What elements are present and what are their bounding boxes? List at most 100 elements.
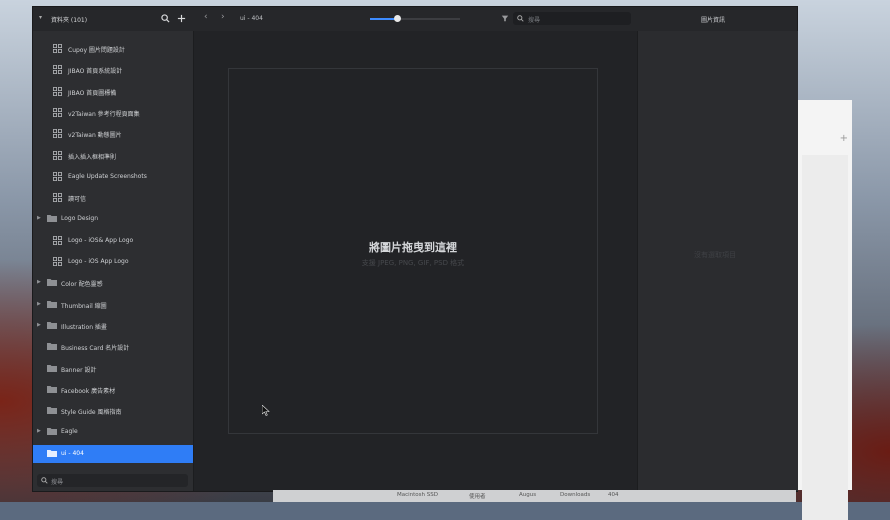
sidebar-item-label: Cupoy 圖片問題設計 <box>68 47 125 54</box>
path-item[interactable]: Augus <box>519 492 536 498</box>
smart-folder-icon <box>53 193 62 204</box>
inspector-title: 圖片資訊 <box>701 17 726 24</box>
path-item[interactable]: 使用者 <box>469 492 486 500</box>
path-item[interactable]: Downloads <box>560 492 590 498</box>
expand-arrow-icon[interactable]: ▶ <box>37 428 41 434</box>
app-window: ▾ 資料夾 (101) ‹ › ui - 404 搜尋 圖片資訊 Cupoy 圖… <box>32 6 798 492</box>
search-input[interactable]: 搜尋 <box>513 12 631 25</box>
background-panel <box>802 155 848 520</box>
expand-arrow-icon[interactable]: ▶ <box>37 215 41 221</box>
sidebar-item[interactable]: Business Card 名片設計 <box>33 338 193 356</box>
add-folder-icon[interactable] <box>177 14 187 24</box>
path-item[interactable]: 404 <box>608 492 619 498</box>
sidebar-item[interactable]: v2Taiwan 動態圖片 <box>33 125 193 143</box>
zoom-slider[interactable] <box>370 15 460 22</box>
drop-title: 將圖片拖曳到這裡 <box>369 241 457 254</box>
sidebar-search-placeholder: 搜尋 <box>51 479 64 486</box>
smart-folder-icon <box>53 257 62 268</box>
folder-icon <box>47 427 57 437</box>
add-icon: + <box>839 133 848 144</box>
expand-arrow-icon[interactable]: ▶ <box>37 279 41 285</box>
sidebar-item[interactable]: Logo - iOS& App Logo <box>33 232 193 250</box>
path-bar: Macintosh SSD 使用者 Augus Downloads 404 <box>273 490 796 502</box>
sidebar-item[interactable]: Banner 設計 <box>33 360 193 378</box>
forward-button[interactable]: › <box>221 12 225 22</box>
search-icon <box>517 15 524 24</box>
sidebar-item[interactable]: ▶ Color 配色靈感 <box>33 274 193 292</box>
search-placeholder: 搜尋 <box>528 17 541 24</box>
empty-inspector-text: 沒有選取項目 <box>694 251 736 259</box>
sidebar-item-label: Logo Design <box>61 215 99 223</box>
sidebar-item-label: Logo - iOS& App Logo <box>68 236 134 244</box>
smart-folder-icon <box>53 150 62 162</box>
sidebar-item[interactable]: ui - 404 <box>33 444 193 463</box>
folder-icon <box>47 342 57 352</box>
collapse-chevron-icon[interactable]: ▾ <box>39 14 42 21</box>
path-item[interactable]: Macintosh SSD <box>397 492 438 498</box>
sidebar-item-label: Style Guide 風格指南 <box>61 409 122 417</box>
folder-icon <box>47 321 57 331</box>
expand-arrow-icon[interactable]: ▶ <box>37 301 41 307</box>
sidebar-item-label: JIBAO 首頁圖標備 <box>68 89 117 97</box>
background-window: + <box>797 100 852 520</box>
sidebar-item-label: Banner 設計 <box>61 366 97 374</box>
folder-icon <box>47 364 57 374</box>
sidebar-item-label: ui - 404 <box>61 449 84 457</box>
search-icon[interactable] <box>161 14 171 24</box>
toolbar: ▾ 資料夾 (101) ‹ › ui - 404 搜尋 圖片資訊 <box>33 7 797 32</box>
sidebar-item[interactable]: Cupoy 圖片問題設計 <box>33 40 193 58</box>
sidebar-item-label: 讀可信 <box>68 196 87 204</box>
content-area: 將圖片拖曳到這裡 支援 JPEG, PNG, GIF, PSD 格式 <box>194 31 637 491</box>
sidebar-item[interactable]: Eagle Update Screenshots <box>33 168 193 186</box>
sidebar-item[interactable]: ▶ Illustration 插畫 <box>33 317 193 335</box>
sidebar-item[interactable]: JIBAO 首頁系統設計 <box>33 61 193 79</box>
inspector-panel: 沒有選取項目 <box>637 31 798 491</box>
sidebar-item[interactable]: v2Taiwan 參考行程頁面集 <box>33 104 193 122</box>
sidebar-item[interactable]: Facebook 廣告素材 <box>33 381 193 399</box>
sidebar-item-label: v2Taiwan 參考行程頁面集 <box>68 110 140 118</box>
sidebar-item-label: Business Card 名片設計 <box>61 345 130 353</box>
expand-arrow-icon[interactable]: ▶ <box>37 322 41 328</box>
sidebar-item[interactable]: 讀可信 <box>33 189 193 207</box>
smart-folder-icon <box>53 107 62 119</box>
sidebar-item-label: Illustration 插畫 <box>61 323 107 331</box>
smart-folder-icon <box>53 129 62 140</box>
sidebar-item[interactable]: Logo - iOS App Logo <box>33 253 193 271</box>
sidebar-item-label: Thumbnail 縮圖 <box>61 302 107 310</box>
sidebar-item-label: v2Taiwan 動態圖片 <box>68 132 122 140</box>
sidebar-item[interactable]: JIBAO 首頁圖標備 <box>33 83 193 101</box>
current-folder-title: ui - 404 <box>240 15 263 22</box>
folder-icon <box>47 406 57 416</box>
sidebar-item-label: JIBAO 首頁系統設計 <box>68 68 123 76</box>
folder-icon <box>47 214 57 224</box>
filter-icon[interactable] <box>501 14 509 24</box>
sidebar-item[interactable]: 插入插入框相準則 <box>33 147 193 165</box>
folder-icon <box>47 385 57 395</box>
search-icon <box>41 477 48 486</box>
folder-icon <box>47 449 57 459</box>
zoom-slider-knob[interactable] <box>394 15 401 22</box>
sidebar-item[interactable]: Style Guide 風格指南 <box>33 402 193 420</box>
sidebar-item-label: Facebook 廣告素材 <box>61 387 116 395</box>
sidebar-item[interactable]: ▶ Thumbnail 縮圖 <box>33 296 193 314</box>
sidebar-item[interactable]: ▶ Eagle <box>33 423 193 441</box>
sidebar-item-label: Eagle Update Screenshots <box>68 172 147 180</box>
folder-icon <box>47 300 57 310</box>
sidebar-item-label: Color 配色靈感 <box>61 281 103 289</box>
smart-folder-icon <box>53 235 62 247</box>
sidebar-item-label: 插入插入框相準則 <box>68 153 117 161</box>
sidebar-item-label: Logo - iOS App Logo <box>68 258 129 265</box>
smart-folder-icon <box>53 86 62 98</box>
zoom-slider-fill <box>370 18 397 20</box>
back-button[interactable]: ‹ <box>204 12 208 22</box>
drop-zone[interactable]: 將圖片拖曳到這裡 支援 JPEG, PNG, GIF, PSD 格式 <box>228 68 598 434</box>
sidebar-item[interactable]: ▶ Logo Design <box>33 210 193 228</box>
mouse-cursor-icon <box>261 404 270 418</box>
smart-folder-icon <box>53 65 62 76</box>
smart-folder-icon <box>53 171 62 183</box>
sidebar-search-input[interactable]: 搜尋 <box>37 474 188 487</box>
sidebar: Cupoy 圖片問題設計 JIBAO 首頁系統設計 JIBAO 首頁圖標備 v2Tai… <box>33 31 194 491</box>
smart-folder-icon <box>53 44 62 55</box>
folder-icon <box>47 278 57 288</box>
sidebar-item-label: Eagle <box>61 428 78 436</box>
